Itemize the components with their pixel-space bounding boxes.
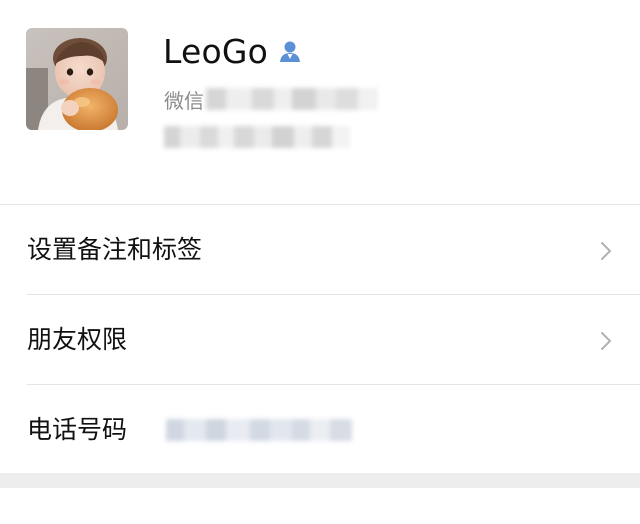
set-remark-and-tags-label: 设置备注和标签 (27, 235, 203, 264)
wechat-id-value-redacted (206, 88, 378, 110)
region-value-redacted (164, 126, 350, 148)
region-row-redacted (164, 122, 350, 152)
phone-number-value-redacted[interactable] (166, 415, 352, 445)
profile-header: LeoGo 微信 (0, 0, 640, 204)
phone-number-row[interactable]: 电话号码 (0, 385, 640, 475)
phone-mosaic (166, 419, 352, 441)
wechat-id-row: 微信 (164, 84, 378, 114)
phone-number-label: 电话号码 (27, 415, 128, 444)
friend-permissions-label: 朋友权限 (27, 325, 128, 354)
avatar[interactable] (26, 28, 128, 130)
next-section (0, 488, 640, 524)
profile-name: LeoGo (163, 32, 269, 71)
contact-person-icon (277, 39, 303, 65)
name-row: LeoGo (163, 30, 303, 74)
chevron-right-icon (600, 331, 612, 351)
friend-permissions-row[interactable]: 朋友权限 (0, 295, 640, 385)
set-remark-and-tags-row[interactable]: 设置备注和标签 (0, 205, 640, 295)
chevron-right-icon (600, 241, 612, 261)
wechat-id-label: 微信 (164, 88, 204, 113)
section-separator (0, 473, 640, 488)
